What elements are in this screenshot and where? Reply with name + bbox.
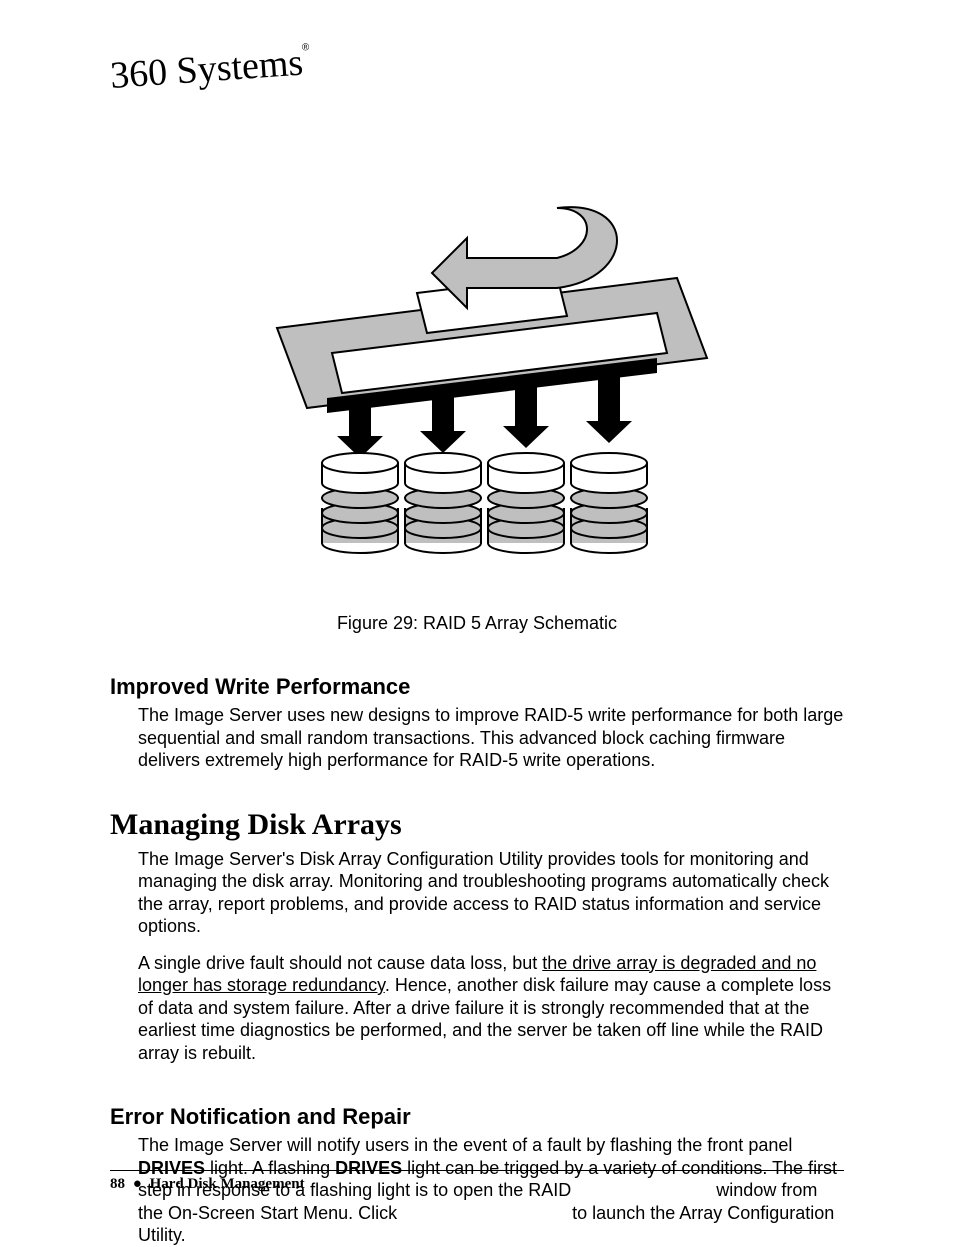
footer-bullet: ● <box>133 1176 142 1192</box>
text-blank <box>576 1180 711 1200</box>
text-run: The Image Server will notify users in th… <box>138 1135 792 1155</box>
figure-raid5-schematic: Figure 29: RAID 5 Array Schematic <box>110 198 844 634</box>
text-bold-drives: DRIVES <box>335 1158 402 1178</box>
brand-logo: 360 Systems® <box>109 43 312 95</box>
figure-caption: Figure 29: RAID 5 Array Schematic <box>110 613 844 634</box>
text-bold-drives: DRIVES <box>138 1158 205 1178</box>
subheading-improved-write-performance: Improved Write Performance <box>110 674 844 700</box>
subheading-error-notification: Error Notification and Repair <box>110 1104 844 1130</box>
raid5-schematic-icon <box>237 198 717 568</box>
footer-rule <box>110 1170 844 1171</box>
heading-managing-disk-arrays: Managing Disk Arrays <box>110 808 844 842</box>
document-page: 360 Systems® <box>0 0 954 1235</box>
text-run: A single drive fault should not cause da… <box>138 953 542 973</box>
page-footer: 88 ● Hard Disk Management <box>110 1176 305 1193</box>
paragraph-improved-write: The Image Server uses new designs to imp… <box>138 704 844 772</box>
paragraph-managing-1: The Image Server's Disk Array Configurat… <box>138 848 844 938</box>
text-run: light. A flashing <box>205 1158 335 1178</box>
page-number: 88 <box>110 1176 125 1192</box>
footer-section: Hard Disk Management <box>150 1176 305 1192</box>
paragraph-managing-2: A single drive fault should not cause da… <box>138 952 844 1065</box>
registered-mark: ® <box>302 42 310 53</box>
logo-text: 360 Systems <box>109 42 305 97</box>
text-blank <box>402 1203 567 1223</box>
